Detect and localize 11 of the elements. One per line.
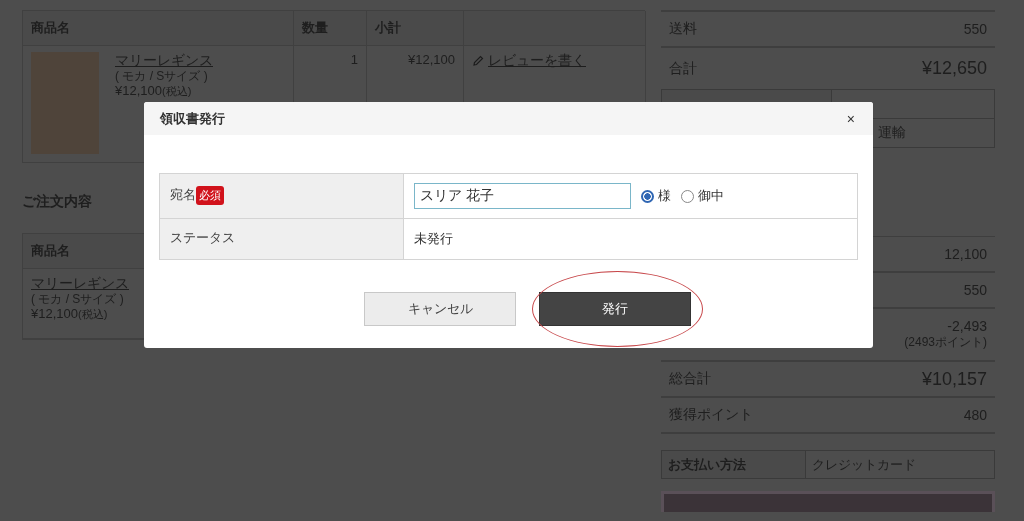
- field-label: 宛名: [170, 186, 196, 204]
- issue-button[interactable]: 発行: [539, 292, 691, 326]
- pencil-icon: [472, 55, 484, 67]
- name-field[interactable]: スリア 花子: [414, 183, 631, 209]
- dialog-title: 領収書発行: [160, 109, 225, 128]
- receipt-button[interactable]: [661, 491, 995, 512]
- cancel-button[interactable]: キャンセル: [364, 292, 516, 326]
- required-badge: 必須: [196, 186, 224, 205]
- close-button[interactable]: ×: [844, 110, 857, 127]
- honorific-radio[interactable]: 御中: [681, 187, 724, 205]
- honorific-radio[interactable]: 様: [641, 187, 671, 205]
